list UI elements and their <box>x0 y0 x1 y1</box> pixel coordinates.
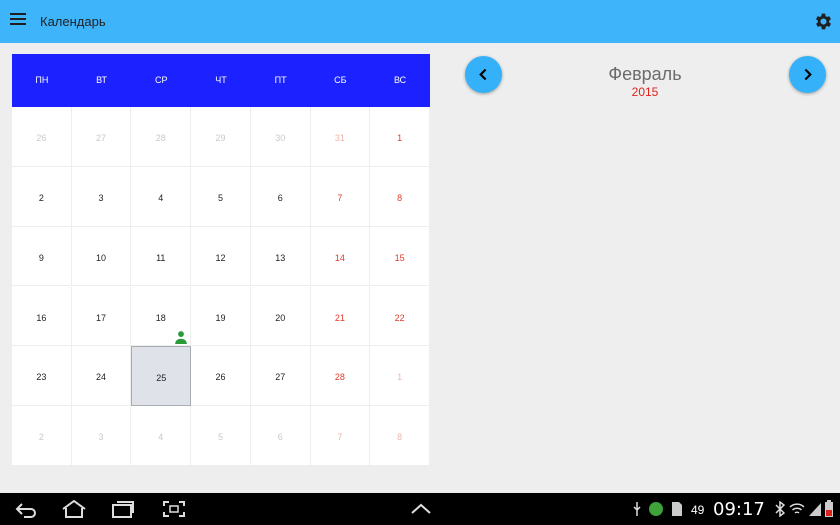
day-cell[interactable]: 7 <box>310 166 371 227</box>
recent-apps-icon[interactable] <box>111 500 135 518</box>
day-cell[interactable]: 1 <box>370 346 430 407</box>
weekday-label: ПТ <box>274 75 287 85</box>
day-cell[interactable]: 5 <box>191 406 251 466</box>
day-cell[interactable]: 25 <box>131 346 192 407</box>
next-month-button[interactable] <box>789 56 826 93</box>
screenshot-icon[interactable] <box>162 500 186 518</box>
day-cell[interactable]: 24 <box>71 346 132 407</box>
weekday-label: ЧТ <box>215 75 227 85</box>
weekday-label: ВТ <box>96 75 107 85</box>
day-cell[interactable]: 19 <box>191 286 251 347</box>
bluetooth-icon <box>775 501 785 517</box>
day-cell[interactable]: 22 <box>370 286 430 347</box>
day-cell[interactable]: 28 <box>310 346 371 407</box>
day-cell[interactable]: 20 <box>250 286 311 347</box>
day-cell[interactable]: 3 <box>71 166 132 227</box>
day-cell[interactable]: 26 <box>191 346 251 407</box>
day-cell[interactable]: 9 <box>12 226 72 287</box>
day-cell[interactable]: 27 <box>71 107 132 167</box>
day-cell[interactable]: 31 <box>310 107 371 167</box>
day-cell[interactable]: 1 <box>370 107 430 167</box>
day-cell[interactable]: 21 <box>310 286 371 347</box>
day-cell[interactable]: 26 <box>12 107 72 167</box>
home-icon[interactable] <box>61 500 87 518</box>
day-cell[interactable]: 2 <box>12 406 72 466</box>
day-grid: 26 27 28 29 30 31 1 2 3 4 5 6 7 8 9 10 11 12 13 14 15 16 17 18 1… <box>12 107 430 466</box>
day-cell[interactable]: 28 <box>131 107 192 167</box>
day-cell[interactable]: 17 <box>71 286 132 347</box>
app-bar: Календарь <box>0 0 840 43</box>
day-cell[interactable]: 14 <box>310 226 371 287</box>
weekday-label: ПН <box>35 75 49 85</box>
sd-card-icon <box>672 502 682 516</box>
day-cell[interactable]: 30 <box>250 107 311 167</box>
weekday-label: ВС <box>393 75 407 85</box>
day-cell[interactable]: 27 <box>250 346 311 407</box>
day-cell[interactable]: 6 <box>250 166 311 227</box>
day-cell[interactable]: 10 <box>71 226 132 287</box>
app-notification-icon <box>649 502 663 516</box>
day-cell[interactable]: 13 <box>250 226 311 287</box>
day-cell[interactable]: 4 <box>131 166 192 227</box>
day-cell[interactable]: 11 <box>131 226 192 287</box>
usb-icon <box>633 502 641 516</box>
clock: 09:17 <box>713 499 765 520</box>
chevron-right-icon <box>804 68 812 81</box>
weekday-header: ПН ВТ СР ЧТ ПТ СБ ВС <box>12 54 430 107</box>
calendar-month-grid: ПН ВТ СР ЧТ ПТ СБ ВС 26 27 28 29 30 31 1 2 3 4 5 6 7… <box>12 54 430 466</box>
system-navigation-bar: 49 09:17 <box>0 493 840 525</box>
day-cell[interactable]: 8 <box>370 166 430 227</box>
back-icon[interactable] <box>14 502 38 518</box>
menu-icon[interactable] <box>10 13 26 29</box>
weekday-label: СБ <box>334 75 347 85</box>
day-cell[interactable]: 23 <box>12 346 72 407</box>
day-cell[interactable]: 7 <box>310 406 371 466</box>
day-cell[interactable]: 2 <box>12 166 72 227</box>
day-cell[interactable]: 15 <box>370 226 430 287</box>
wifi-icon <box>789 503 805 514</box>
weekday-label: СР <box>155 75 168 85</box>
app-title: Календарь <box>40 14 106 29</box>
month-name: Февраль <box>608 64 682 84</box>
event-person-icon[interactable] <box>174 330 188 344</box>
settings-gear-icon[interactable] <box>813 11 834 32</box>
day-cell[interactable]: 29 <box>191 107 251 167</box>
year-label: 2015 <box>631 85 659 99</box>
day-cell[interactable]: 3 <box>71 406 132 466</box>
day-cell[interactable]: 16 <box>12 286 72 347</box>
signal-icon <box>809 503 821 516</box>
day-cell[interactable]: 12 <box>191 226 251 287</box>
chevron-up-icon[interactable] <box>410 503 432 515</box>
day-cell[interactable]: 6 <box>250 406 311 466</box>
battery-icon <box>825 500 833 517</box>
day-cell[interactable]: 8 <box>370 406 430 466</box>
day-cell[interactable]: 4 <box>131 406 192 466</box>
day-cell[interactable]: 5 <box>191 166 251 227</box>
month-navigation: Февраль 2015 <box>430 54 840 114</box>
battery-percentage: 49 <box>691 503 705 517</box>
